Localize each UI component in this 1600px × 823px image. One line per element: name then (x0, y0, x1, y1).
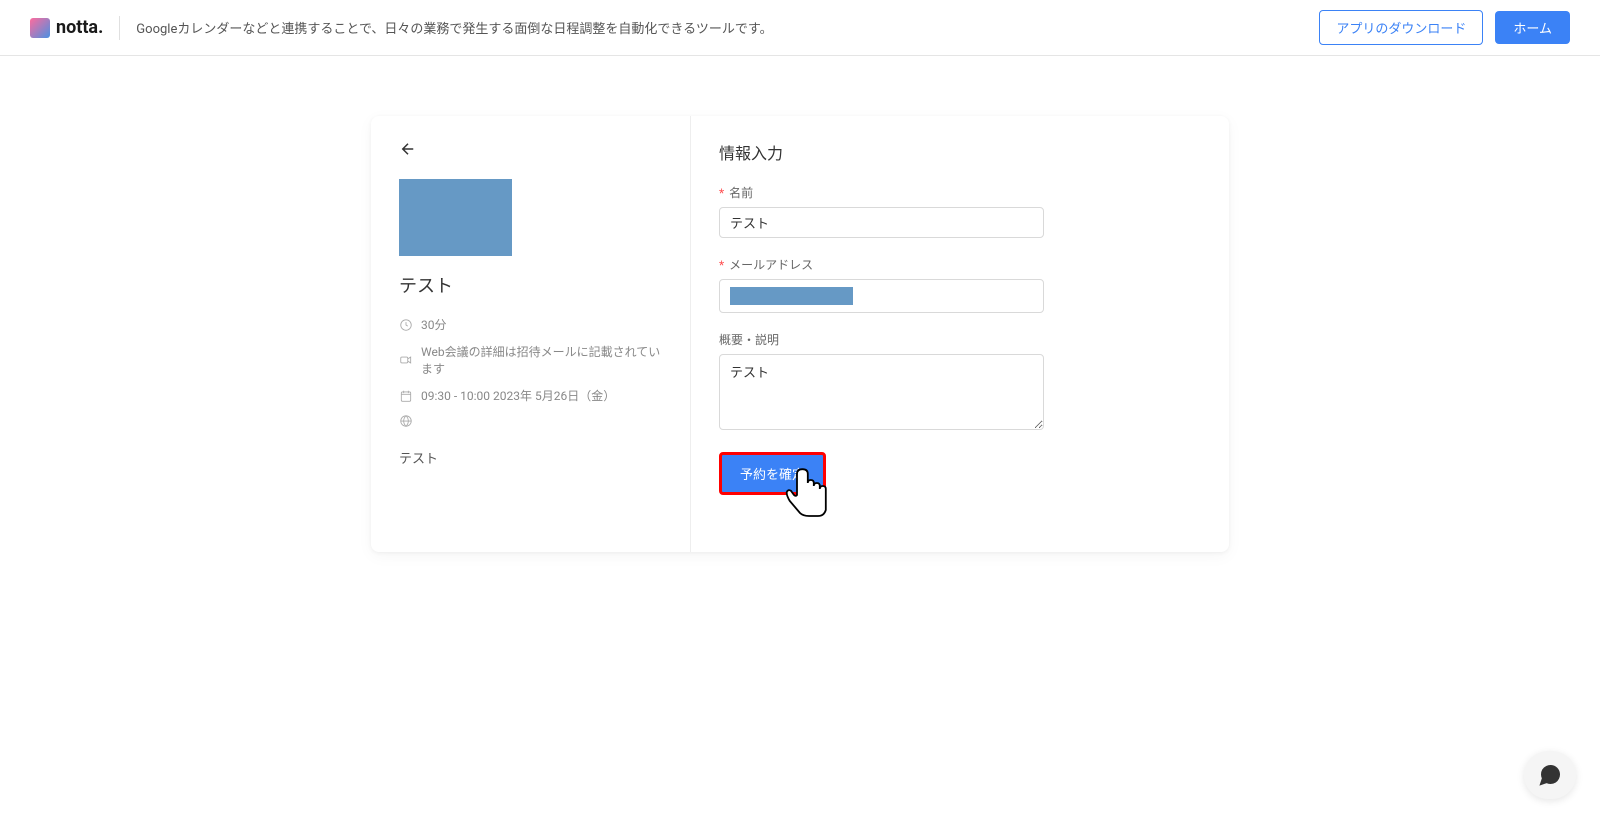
email-redacted (730, 287, 853, 305)
home-button[interactable]: ホーム (1495, 11, 1570, 44)
confirm-booking-button[interactable]: 予約を確定 (719, 452, 826, 495)
logo-text: notta. (56, 17, 103, 38)
host-avatar (399, 179, 512, 256)
description-label: 概要・説明 (719, 331, 1201, 348)
meeting-info-row: Web会議の詳細は招待メールに記載されています (399, 343, 662, 377)
header-left: notta. Googleカレンダーなどと連携することで、日々の業務で発生する面… (30, 16, 773, 40)
event-title: テスト (399, 272, 662, 298)
chat-widget-button[interactable] (1524, 751, 1576, 799)
header: notta. Googleカレンダーなどと連携することで、日々の業務で発生する面… (0, 0, 1600, 56)
globe-row (399, 414, 662, 428)
datetime-row: 09:30 - 10:00 2023年 5月26日（金） (399, 387, 662, 404)
required-asterisk: * (719, 186, 724, 200)
name-input[interactable] (719, 207, 1044, 238)
logo[interactable]: notta. (30, 17, 103, 38)
globe-icon (399, 414, 413, 428)
calendar-icon (399, 389, 413, 403)
event-details-panel: テスト 30分 Web会議の詳細は招待メールに記載されています 0 (371, 116, 691, 552)
event-description: テスト (399, 448, 662, 467)
name-label: * 名前 (719, 184, 1201, 201)
description-field-group: 概要・説明 (719, 331, 1201, 434)
email-input[interactable] (719, 279, 1044, 313)
header-tagline: Googleカレンダーなどと連携することで、日々の業務で発生する面倒な日程調整を… (136, 18, 772, 37)
video-icon (399, 353, 413, 367)
header-right: アプリのダウンロード ホーム (1319, 10, 1570, 45)
form-panel: 情報入力 * 名前 * メールアドレス 概要 (691, 116, 1229, 552)
clock-icon (399, 318, 413, 332)
logo-icon (30, 18, 50, 38)
datetime-text: 09:30 - 10:00 2023年 5月26日（金） (421, 387, 615, 404)
back-arrow-icon[interactable] (399, 140, 417, 163)
download-app-button[interactable]: アプリのダウンロード (1319, 10, 1483, 45)
form-title: 情報入力 (719, 140, 1201, 164)
submit-wrapper: 予約を確定 (719, 452, 826, 495)
duration-text: 30分 (421, 316, 447, 333)
email-label: * メールアドレス (719, 256, 1201, 273)
required-asterisk: * (719, 258, 724, 272)
header-divider (119, 16, 120, 40)
description-textarea[interactable] (719, 354, 1044, 430)
booking-card: テスト 30分 Web会議の詳細は招待メールに記載されています 0 (371, 116, 1229, 552)
meeting-info-text: Web会議の詳細は招待メールに記載されています (421, 343, 662, 377)
name-field-group: * 名前 (719, 184, 1201, 238)
email-field-group: * メールアドレス (719, 256, 1201, 313)
duration-row: 30分 (399, 316, 662, 333)
main-content: テスト 30分 Web会議の詳細は招待メールに記載されています 0 (0, 56, 1600, 552)
